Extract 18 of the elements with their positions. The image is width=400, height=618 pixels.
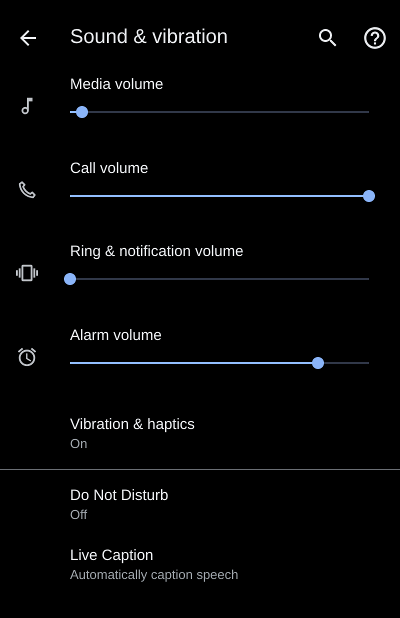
slider-label: Media volume [70, 75, 164, 95]
setting-item[interactable]: Do Not Disturb Off [0, 470, 400, 540]
setting-title: Vibration & haptics [70, 415, 196, 435]
setting-title: Live Caption [70, 546, 154, 566]
setting-summary: On [70, 435, 88, 453]
alarm-icon [16, 346, 38, 368]
help-icon[interactable] [362, 24, 388, 50]
setting-item[interactable]: Vibration & haptics On [0, 409, 400, 469]
page-title: Sound & vibration [70, 26, 229, 49]
setting-summary: Off [70, 506, 88, 524]
phone-icon [16, 178, 38, 200]
slider-label: Call volume [70, 158, 150, 178]
setting-title: Do Not Disturb [70, 486, 170, 506]
setting-item[interactable]: Live Caption Automatically caption speech [0, 540, 400, 600]
slider-label: Alarm volume [70, 326, 163, 346]
vibrate-icon [16, 262, 38, 284]
slider-label: Ring & notification volume [70, 242, 244, 262]
setting-summary: Automatically caption speech [70, 566, 240, 584]
